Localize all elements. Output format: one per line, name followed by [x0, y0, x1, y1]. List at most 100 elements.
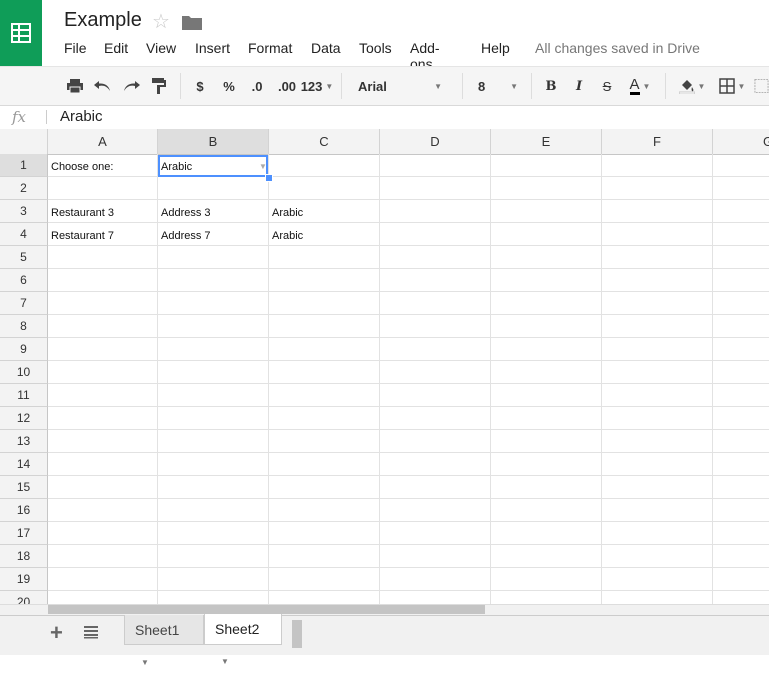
row-header-7[interactable]: 7: [0, 292, 48, 315]
column-gridline: [268, 154, 269, 604]
chevron-down-icon: ▼: [510, 81, 518, 91]
row-header-14[interactable]: 14: [0, 453, 48, 476]
formula-input[interactable]: Arabic: [60, 108, 103, 125]
row-header-12[interactable]: 12: [0, 407, 48, 430]
chevron-down-icon[interactable]: ▼: [221, 657, 229, 666]
selected-cell-border[interactable]: [158, 155, 268, 177]
chevron-down-icon: ▼: [325, 81, 334, 91]
row-header-6[interactable]: 6: [0, 269, 48, 292]
chevron-down-icon[interactable]: ▼: [141, 658, 149, 667]
cell-b3[interactable]: Address 3: [161, 207, 211, 219]
currency-format-button[interactable]: $: [190, 67, 210, 105]
chevron-down-icon: ▼: [434, 81, 442, 91]
column-header-b[interactable]: B: [158, 129, 269, 154]
bold-button[interactable]: B: [540, 67, 562, 105]
column-gridline: [379, 154, 380, 604]
merge-cells-icon[interactable]: [754, 67, 769, 105]
more-formats-label: 123: [300, 78, 323, 94]
row-header-4[interactable]: 4: [0, 223, 48, 246]
horizontal-scrollbar-thumb[interactable]: [48, 605, 485, 614]
menu-format[interactable]: Format: [248, 40, 300, 56]
cell-a3[interactable]: Restaurant 3: [51, 207, 114, 219]
add-sheet-button[interactable]: +: [50, 620, 63, 646]
cell-c4[interactable]: Arabic: [272, 230, 303, 242]
row-header-1[interactable]: 1: [0, 154, 48, 177]
row-header-8[interactable]: 8: [0, 315, 48, 338]
sheet-tab-label: Sheet2: [215, 621, 260, 637]
paint-format-icon[interactable]: [146, 67, 172, 105]
row-header-9[interactable]: 9: [0, 338, 48, 361]
cell-a1[interactable]: Choose one:: [51, 161, 113, 173]
sheets-logo-icon[interactable]: [0, 0, 42, 66]
decrease-decimal-button[interactable]: .0: [244, 67, 270, 105]
redo-icon[interactable]: [118, 67, 144, 105]
row-header-11[interactable]: 11: [0, 384, 48, 407]
percent-format-button[interactable]: %: [218, 67, 240, 105]
sheet-tab-sheet1[interactable]: Sheet1 ▼: [124, 615, 204, 667]
borders-icon[interactable]: ▼: [714, 67, 750, 105]
column-header-f[interactable]: F: [602, 129, 713, 154]
row-header-13[interactable]: 13: [0, 430, 48, 453]
row-header-18[interactable]: 18: [0, 545, 48, 568]
folder-icon[interactable]: [182, 14, 202, 30]
function-icon: fx: [12, 108, 26, 126]
row-header-2[interactable]: 2: [0, 177, 48, 200]
chevron-down-icon: ▼: [737, 81, 746, 91]
row-header-20[interactable]: 20: [0, 591, 48, 604]
chevron-down-icon: ▼: [697, 81, 706, 91]
menu-edit[interactable]: Edit: [104, 40, 136, 56]
column-header-a[interactable]: A: [48, 129, 158, 154]
menu-help[interactable]: Help: [481, 40, 518, 56]
column-header-c[interactable]: C: [269, 129, 380, 154]
column-header-d[interactable]: D: [380, 129, 491, 154]
column-gridline: [712, 154, 713, 604]
formula-divider: [46, 110, 47, 124]
tab-scroll-thumb[interactable]: [292, 620, 302, 648]
fill-color-icon[interactable]: ▼: [674, 67, 710, 105]
sheet-tab-label: Sheet1: [135, 622, 180, 638]
menu-view[interactable]: View: [146, 40, 184, 56]
print-icon[interactable]: [62, 67, 88, 105]
document-title[interactable]: Example: [64, 9, 142, 32]
sheet-tab-sheet2[interactable]: Sheet2 ▼: [204, 614, 282, 666]
undo-icon[interactable]: [90, 67, 116, 105]
row-header-17[interactable]: 17: [0, 522, 48, 545]
column-gridline: [490, 154, 491, 604]
row-header-15[interactable]: 15: [0, 476, 48, 499]
fill-handle[interactable]: [265, 174, 273, 182]
select-all-corner[interactable]: [0, 129, 48, 154]
toolbar: $ % .0 .00 123 ▼ Arial ▼ 8 ▼ B I S A ▼ ▼ ▼: [0, 66, 769, 106]
cell-b4[interactable]: Address 7: [161, 230, 211, 242]
font-family-select[interactable]: Arial ▼: [350, 67, 450, 105]
increase-decimal-label: .00: [277, 78, 297, 94]
save-status[interactable]: All changes saved in Drive: [535, 40, 700, 56]
font-size-value: 8: [478, 78, 486, 94]
menu-data[interactable]: Data: [311, 40, 349, 56]
menu-insert[interactable]: Insert: [195, 40, 238, 56]
menu-file[interactable]: File: [64, 40, 95, 56]
column-header-e[interactable]: E: [491, 129, 602, 154]
strikethrough-button[interactable]: S: [596, 67, 618, 105]
sheet-tab-bar: [0, 615, 769, 655]
italic-button[interactable]: I: [568, 67, 590, 105]
row-header-10[interactable]: 10: [0, 361, 48, 384]
column-header-row: ABCDEFG: [0, 129, 769, 155]
text-color-button[interactable]: A ▼: [622, 67, 658, 105]
increase-decimal-button[interactable]: .00: [272, 67, 302, 105]
cell-a4[interactable]: Restaurant 7: [51, 230, 114, 242]
spreadsheet-grid: ABCDEFG 1 2 3 4 5 6 7 8 9 10 11 12 13 14 15 16 17 18 19 20 …: [0, 129, 769, 604]
column-gridline: [157, 154, 158, 604]
column-header-g[interactable]: G: [713, 129, 769, 154]
cell-c3[interactable]: Arabic: [272, 207, 303, 219]
row-header-3[interactable]: 3: [0, 200, 48, 223]
more-formats-button[interactable]: 123 ▼: [300, 67, 334, 105]
font-size-select[interactable]: 8 ▼: [472, 67, 524, 105]
chevron-down-icon: ▼: [642, 81, 651, 91]
dropdown-arrow-icon[interactable]: ▼: [259, 162, 267, 171]
row-header-5[interactable]: 5: [0, 246, 48, 269]
row-header-16[interactable]: 16: [0, 499, 48, 522]
row-header-19[interactable]: 19: [0, 568, 48, 591]
all-sheets-icon[interactable]: [83, 625, 99, 639]
star-icon[interactable]: ☆: [152, 9, 170, 34]
menu-tools[interactable]: Tools: [359, 40, 400, 56]
